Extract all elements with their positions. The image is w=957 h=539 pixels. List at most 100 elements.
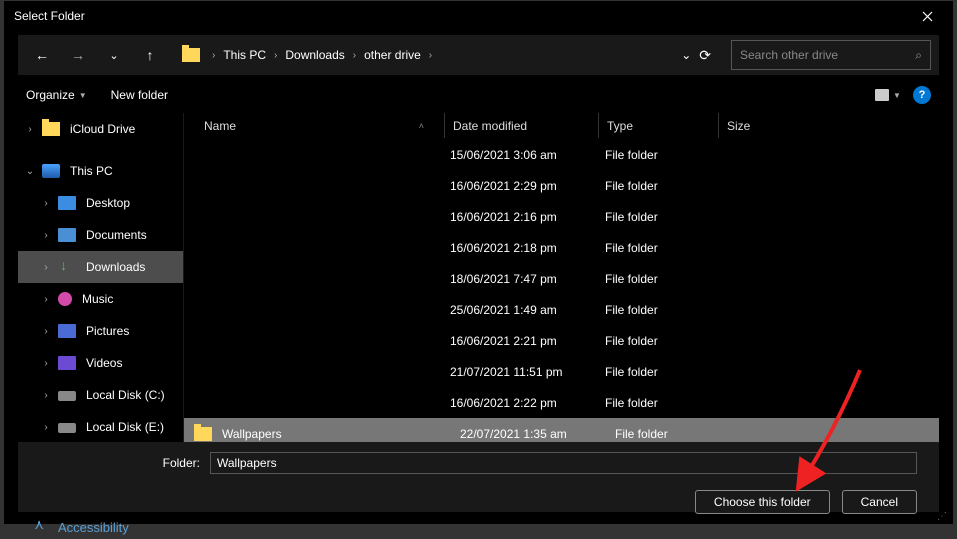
nav-forward-button[interactable]: → [62,41,94,69]
row-date: 18/06/2021 7:47 pm [450,272,605,286]
cancel-button[interactable]: Cancel [842,490,917,514]
file-row[interactable]: 18/06/2021 7:47 pmFile folder [184,263,939,294]
file-row[interactable]: 16/06/2021 2:21 pmFile folder [184,325,939,356]
nav-back-button[interactable]: ← [26,41,58,69]
file-row[interactable]: Wallpapers22/07/2021 1:35 amFile folder [184,418,939,442]
disk-icon [58,391,76,401]
chevron-icon[interactable]: › [40,326,52,337]
row-type: File folder [605,210,725,224]
folder-icon [194,427,212,441]
list-view-icon [875,89,889,101]
tree-item-videos[interactable]: › Videos [18,347,183,379]
row-type: File folder [605,179,725,193]
row-date: 22/07/2021 1:35 am [460,427,615,441]
tree-item-desktop[interactable]: ›Desktop [18,187,183,219]
column-size[interactable]: Size [719,113,799,138]
tree-item-label: Local Disk (C:) [86,388,165,402]
row-type: File folder [605,148,725,162]
content-area: ›iCloud Drive⌄This PC›Desktop›Documents›… [18,113,939,442]
dropdown-triangle-icon: ▼ [893,91,901,100]
breadcrumb-item[interactable]: This PC [217,48,272,62]
chevron-icon[interactable]: › [40,262,52,273]
tree-item-music[interactable]: › Music [18,283,183,315]
chevron-icon[interactable]: › [24,124,36,135]
tree-item-label: Local Disk (E:) [86,420,164,434]
tree-item-label: Videos [86,356,122,370]
row-type: File folder [605,241,725,255]
file-row[interactable]: 25/06/2021 1:49 amFile folder [184,294,939,325]
help-button[interactable]: ? [913,86,931,104]
column-date[interactable]: Date modified [444,113,599,138]
close-button[interactable] [907,6,947,26]
search-icon: ⌕ [915,48,922,63]
breadcrumb-item[interactable]: other drive [358,48,427,62]
column-type[interactable]: Type [599,113,719,138]
row-type: File folder [605,396,725,410]
chevron-down-icon[interactable]: ⌄ [681,48,691,62]
tree-item-downloads[interactable]: › Downloads [18,251,183,283]
chevron-icon[interactable]: › [40,358,52,369]
nav-up-button[interactable]: ↑ [134,41,166,69]
row-type: File folder [605,303,725,317]
row-date: 25/06/2021 1:49 am [450,303,605,317]
tree-item-label: Documents [86,228,147,242]
chevron-right-icon: › [272,50,279,61]
resize-grip-icon[interactable]: ⋰ [937,511,947,522]
row-date: 16/06/2021 2:22 pm [450,396,605,410]
tree-item-documents[interactable]: › Documents [18,219,183,251]
folder-name-input[interactable] [210,452,917,474]
window-title: Select Folder [14,9,85,23]
new-folder-button[interactable]: New folder [111,88,168,102]
chevron-icon[interactable]: › [40,230,52,241]
file-row[interactable]: 16/06/2021 2:29 pmFile folder [184,170,939,201]
arrow-left-icon: ← [35,47,49,63]
close-icon [922,11,933,22]
file-row[interactable]: 16/06/2021 2:22 pmFile folder [184,387,939,418]
tree-item-label: This PC [70,164,113,178]
dropdown-triangle-icon: ▼ [79,91,87,100]
tree-item-this-pc[interactable]: ⌄ This PC [18,155,183,187]
chevron-right-icon: › [427,50,434,61]
row-date: 16/06/2021 2:16 pm [450,210,605,224]
file-row[interactable]: 15/06/2021 3:06 amFile folder [184,139,939,170]
chevron-icon[interactable]: › [40,294,52,305]
arrow-up-icon: ↑ [147,47,154,63]
search-input[interactable] [740,48,915,62]
sort-indicator-icon: ˄ [419,121,424,131]
disk-icon [58,423,76,433]
row-date: 16/06/2021 2:21 pm [450,334,605,348]
chevron-icon[interactable]: › [40,422,52,433]
file-rows[interactable]: 15/06/2021 3:06 amFile folder16/06/2021 … [184,139,939,442]
navigation-tree[interactable]: ›iCloud Drive⌄This PC›Desktop›Documents›… [18,113,183,442]
toolbar: Organize ▼ New folder ▼ ? [4,77,953,113]
tree-item-label: iCloud Drive [70,122,135,136]
chevron-icon[interactable]: ⌄ [24,166,36,177]
column-name[interactable]: Name ˄ [204,113,444,138]
view-options-button[interactable]: ▼ [875,84,901,106]
file-row[interactable]: 16/06/2021 2:16 pmFile folder [184,201,939,232]
chevron-icon[interactable]: › [40,390,52,401]
row-type: File folder [615,427,735,441]
choose-folder-button[interactable]: Choose this folder [695,490,830,514]
row-date: 21/07/2021 11:51 pm [450,365,605,379]
refresh-icon[interactable]: ⟳ [699,47,711,64]
tree-item-local-disk-c-[interactable]: › Local Disk (C:) [18,379,183,411]
file-row[interactable]: 16/06/2021 2:18 pmFile folder [184,232,939,263]
tree-item-local-disk-e-[interactable]: › Local Disk (E:) [18,411,183,442]
breadcrumb[interactable]: › This PC › Downloads › other drive › ⌄ … [176,40,721,70]
file-row[interactable]: 21/07/2021 11:51 pmFile folder [184,356,939,387]
pictures-icon [58,324,76,338]
breadcrumb-item[interactable]: Downloads [279,48,350,62]
tree-item-pictures[interactable]: ›Pictures [18,315,183,347]
nav-recent-button[interactable]: ⌄ [98,41,130,69]
tree-item-label: Downloads [86,260,145,274]
tree-item-label: Music [82,292,113,306]
search-box[interactable]: ⌕ [731,40,931,70]
tree-item-icloud-drive[interactable]: › iCloud Drive [18,113,183,145]
chevron-icon[interactable]: › [40,198,52,209]
row-date: 16/06/2021 2:18 pm [450,241,605,255]
organize-menu[interactable]: Organize ▼ [26,88,87,102]
folder-name-label: Folder: [40,456,200,470]
folder-yellow-icon [42,122,60,136]
chevron-down-icon: ⌄ [109,49,118,62]
